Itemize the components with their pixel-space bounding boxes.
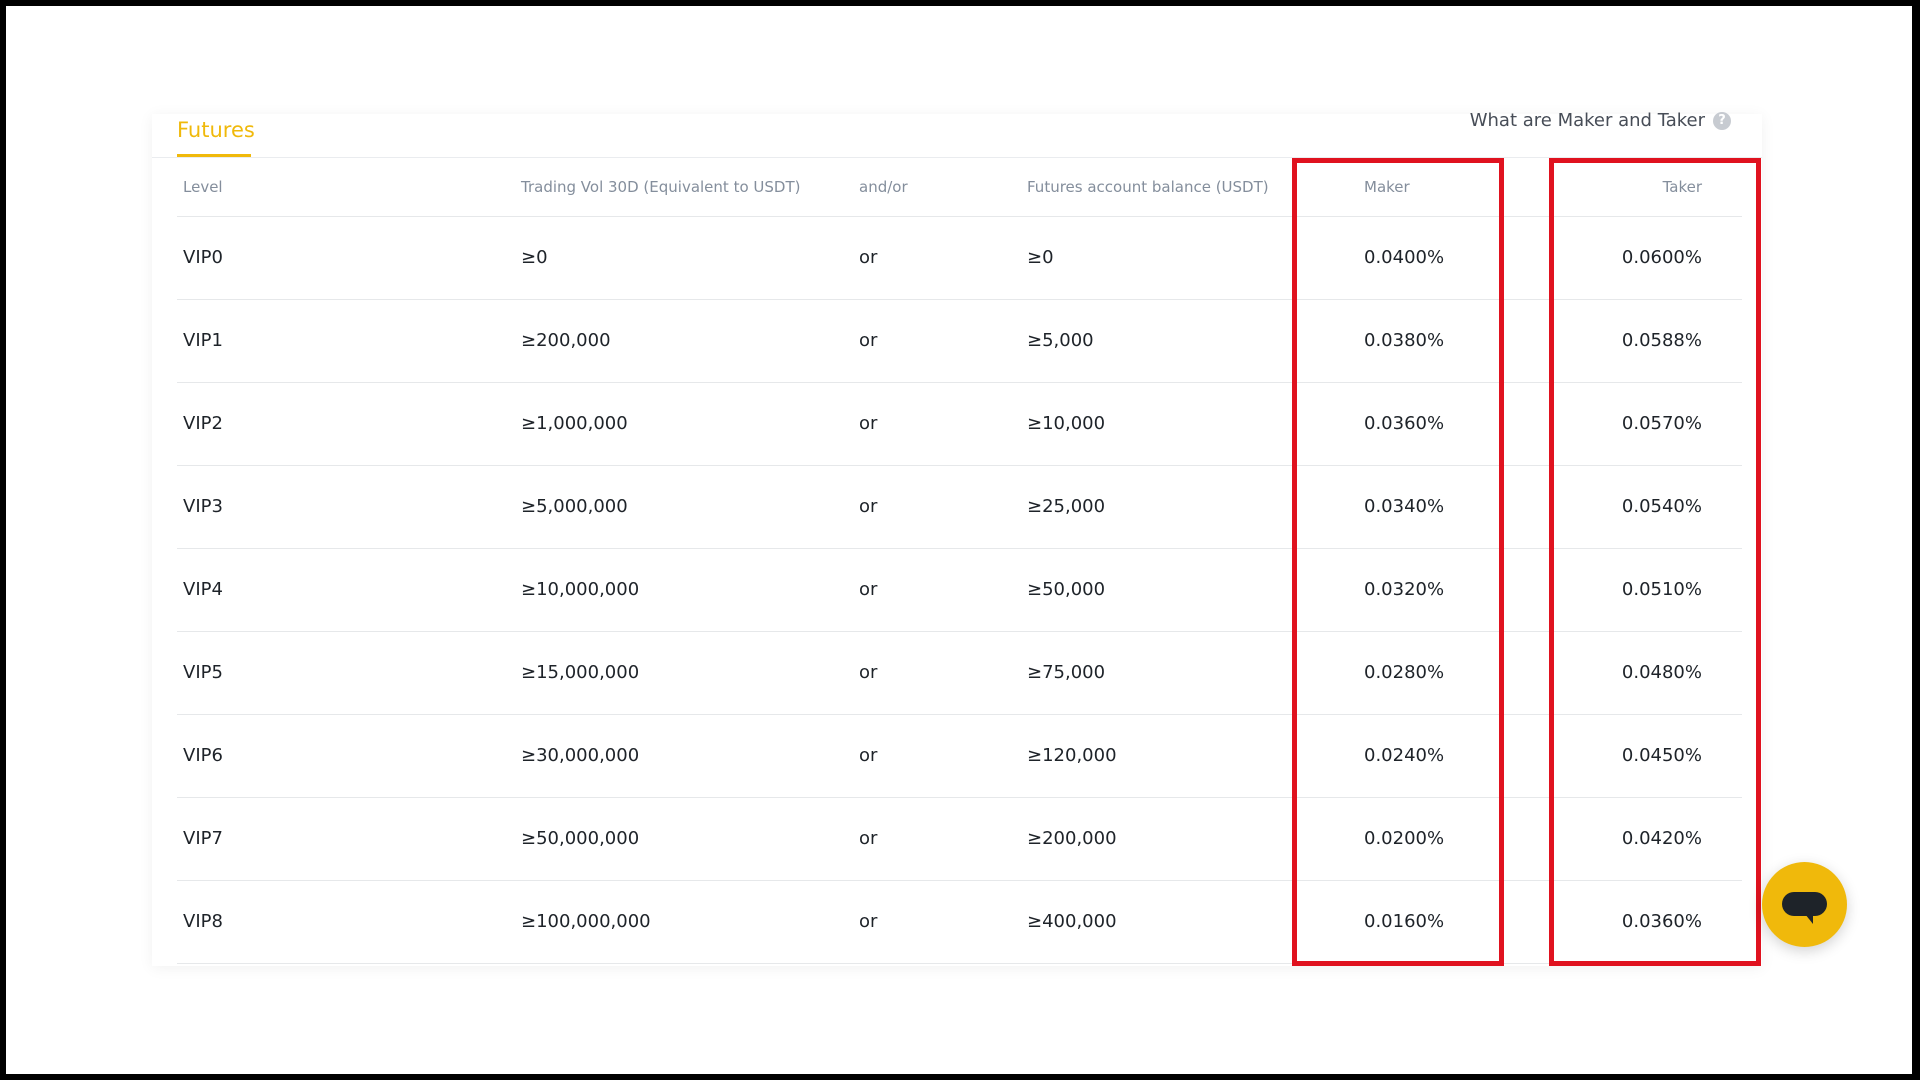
header-level: Level (183, 178, 223, 196)
cell-futures-balance: ≥400,000 (1027, 911, 1117, 932)
cell-maker-fee: 0.0400% (1364, 247, 1445, 268)
cell-taker-fee: 0.0540% (1621, 496, 1702, 517)
cell-trading-volume: ≥5,000,000 (521, 496, 628, 517)
cell-maker-fee: 0.0160% (1364, 911, 1445, 932)
cell-and-or: or (859, 413, 878, 434)
header-and-or: and/or (859, 178, 908, 196)
cell-futures-balance: ≥0 (1027, 247, 1054, 268)
cell-trading-volume: ≥200,000 (521, 330, 611, 351)
cell-taker-fee: 0.0420% (1621, 828, 1702, 849)
header-futures-balance: Futures account balance (USDT) (1027, 178, 1269, 196)
cell-level: VIP8 (183, 911, 223, 932)
header-maker: Maker (1364, 178, 1410, 196)
cell-and-or: or (859, 330, 878, 351)
chat-bubble-tail (1805, 914, 1813, 924)
cell-level: VIP1 (183, 330, 223, 351)
table-row: VIP7 ≥50,000,000 or ≥200,000 0.0200% 0.0420% (177, 798, 1742, 881)
cell-level: VIP7 (183, 828, 223, 849)
cell-and-or: or (859, 828, 878, 849)
cell-level: VIP5 (183, 662, 223, 683)
cell-trading-volume: ≥50,000,000 (521, 828, 640, 849)
table-row: VIP0 ≥0 or ≥0 0.0400% 0.0600% (177, 217, 1742, 300)
header-trading-volume: Trading Vol 30D (Equivalent to USDT) (521, 178, 801, 196)
cell-trading-volume: ≥1,000,000 (521, 413, 628, 434)
cell-futures-balance: ≥25,000 (1027, 496, 1106, 517)
cell-and-or: or (859, 496, 878, 517)
cell-futures-balance: ≥5,000 (1027, 330, 1094, 351)
cell-level: VIP2 (183, 413, 223, 434)
cell-taker-fee: 0.0588% (1621, 330, 1702, 351)
table-header: Level Trading Vol 30D (Equivalent to USD… (177, 160, 1742, 217)
cell-taker-fee: 0.0600% (1621, 247, 1702, 268)
cell-and-or: or (859, 662, 878, 683)
cell-trading-volume: ≥30,000,000 (521, 745, 640, 766)
cell-futures-balance: ≥120,000 (1027, 745, 1117, 766)
cell-taker-fee: 0.0360% (1621, 911, 1702, 932)
cell-taker-fee: 0.0480% (1621, 662, 1702, 683)
cell-and-or: or (859, 247, 878, 268)
tab-divider (152, 157, 1762, 158)
table-row: VIP6 ≥30,000,000 or ≥120,000 0.0240% 0.0450% (177, 715, 1742, 798)
cell-trading-volume: ≥100,000,000 (521, 911, 651, 932)
cell-trading-volume: ≥10,000,000 (521, 579, 640, 600)
cell-level: VIP6 (183, 745, 223, 766)
chat-bubble-icon (1782, 892, 1827, 916)
cell-taker-fee: 0.0510% (1621, 579, 1702, 600)
cell-taker-fee: 0.0570% (1621, 413, 1702, 434)
cell-trading-volume: ≥0 (521, 247, 548, 268)
cell-maker-fee: 0.0340% (1364, 496, 1445, 517)
table-row: VIP3 ≥5,000,000 or ≥25,000 0.0340% 0.0540% (177, 466, 1742, 549)
table-row: VIP8 ≥100,000,000 or ≥400,000 0.0160% 0.0360% (177, 881, 1742, 964)
table-row: VIP2 ≥1,000,000 or ≥10,000 0.0360% 0.0570% (177, 383, 1742, 466)
cell-futures-balance: ≥200,000 (1027, 828, 1117, 849)
maker-taker-help-label: What are Maker and Taker (1469, 110, 1705, 131)
chat-support-button[interactable] (1762, 862, 1847, 947)
cell-futures-balance: ≥75,000 (1027, 662, 1106, 683)
cell-maker-fee: 0.0360% (1364, 413, 1445, 434)
cell-maker-fee: 0.0200% (1364, 828, 1445, 849)
cell-level: VIP0 (183, 247, 223, 268)
cell-and-or: or (859, 579, 878, 600)
cell-level: VIP3 (183, 496, 223, 517)
cell-maker-fee: 0.0240% (1364, 745, 1445, 766)
maker-taker-help-link[interactable]: What are Maker and Taker ? (1470, 110, 1731, 131)
cell-and-or: or (859, 911, 878, 932)
cell-level: VIP4 (183, 579, 223, 600)
table-row: VIP5 ≥15,000,000 or ≥75,000 0.0280% 0.0480% (177, 632, 1742, 715)
question-circle-icon[interactable]: ? (1713, 111, 1731, 130)
cell-maker-fee: 0.0320% (1364, 579, 1445, 600)
cell-futures-balance: ≥50,000 (1027, 579, 1106, 600)
cell-trading-volume: ≥15,000,000 (521, 662, 640, 683)
cell-maker-fee: 0.0380% (1364, 330, 1445, 351)
cell-maker-fee: 0.0280% (1364, 662, 1445, 683)
cell-taker-fee: 0.0450% (1621, 745, 1702, 766)
cell-and-or: or (859, 745, 878, 766)
header-taker: Taker (1662, 178, 1702, 196)
table-row: VIP4 ≥10,000,000 or ≥50,000 0.0320% 0.0510% (177, 549, 1742, 632)
table-body: VIP0 ≥0 or ≥0 0.0400% 0.0600% VIP1 ≥200,000 or ≥5… (177, 217, 1742, 964)
cell-futures-balance: ≥10,000 (1027, 413, 1106, 434)
fee-table: Level Trading Vol 30D (Equivalent to USD… (177, 160, 1742, 964)
table-row: VIP1 ≥200,000 or ≥5,000 0.0380% 0.0588% (177, 300, 1742, 383)
tab-futures[interactable]: Futures (177, 118, 255, 142)
